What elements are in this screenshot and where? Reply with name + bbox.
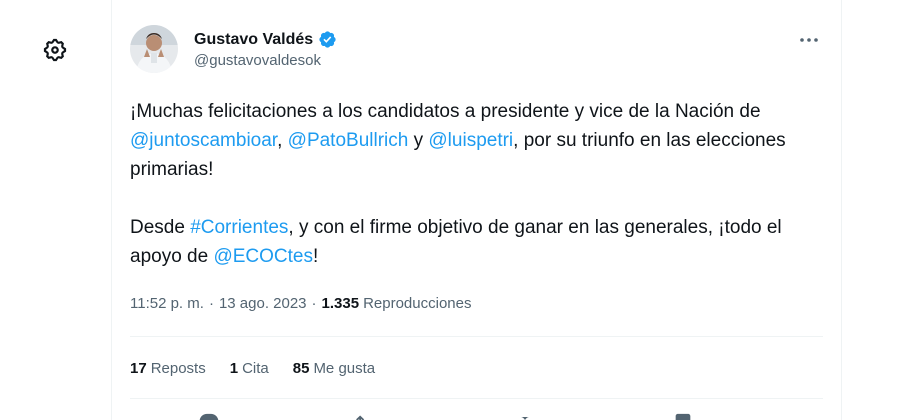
likes-count: 85 (292, 360, 310, 377)
tweet-text-segment: , (277, 130, 288, 151)
tweet-page: Gustavo Valdés @gustavovaldesok ¡Muchas … (0, 0, 900, 420)
mention-juntoscambioar[interactable]: @juntoscambioar (130, 130, 277, 151)
reposts-label: Reposts (150, 360, 206, 377)
author-name-row: Gustavo Valdés (194, 30, 337, 49)
author-display-name[interactable]: Gustavo Valdés (194, 31, 313, 49)
author-handle[interactable]: @gustavovaldesok (194, 52, 337, 69)
tweet-text-segment: y (408, 130, 429, 151)
author-block: Gustavo Valdés @gustavovaldesok (194, 30, 337, 69)
tweet-time[interactable]: 11:52 p. m. (130, 295, 204, 312)
more-horizontal-icon[interactable] (797, 28, 821, 52)
tweet-date[interactable]: 13 ago. 2023 (219, 295, 307, 312)
mention-ecoctes[interactable]: @ECOCtes (213, 246, 313, 267)
reposts-stat[interactable]: 17 Reposts (130, 360, 206, 377)
tweet-paragraph-1: ¡Muchas felicitaciones a los candidatos … (130, 97, 810, 184)
tweet-text-segment: Desde (130, 217, 191, 238)
tweet-paragraph-2: Desde #Corrientes, y con el firme objeti… (130, 213, 810, 271)
reply-icon[interactable] (198, 412, 220, 420)
hashtag-corrientes[interactable]: #Corrientes (190, 217, 288, 238)
views-count[interactable]: 1.335 (322, 295, 360, 312)
quotes-count: 1 (229, 360, 239, 377)
left-rail (0, 0, 112, 420)
repost-icon[interactable] (356, 412, 378, 420)
quotes-stat[interactable]: 1 Cita (230, 360, 269, 377)
gear-icon[interactable] (42, 37, 68, 63)
quotes-label: Cita (242, 360, 269, 377)
action-bar (130, 412, 823, 420)
heart-icon[interactable] (514, 412, 536, 420)
views-label: Reproducciones (363, 295, 472, 312)
tweet-text-segment: ¡Muchas felicitaciones a los candidatos … (130, 101, 761, 122)
likes-stat[interactable]: 85 Me gusta (293, 360, 375, 377)
likes-label: Me gusta (313, 360, 376, 377)
column-divider-right (841, 0, 842, 420)
verified-badge-icon[interactable] (318, 30, 337, 49)
avatar-image (130, 25, 178, 73)
tweet-card: Gustavo Valdés @gustavovaldesok ¡Muchas … (112, 0, 841, 420)
avatar[interactable] (130, 25, 178, 73)
reposts-count: 17 (130, 360, 147, 377)
bookmark-icon[interactable] (672, 412, 694, 420)
tweet-text: ¡Muchas felicitaciones a los candidatos … (130, 97, 810, 271)
meta-separator: · (311, 295, 317, 312)
tweet-meta: 11:52 p. m. · 13 ago. 2023 · 1.335 Repro… (130, 295, 471, 312)
meta-separator: · (208, 295, 214, 312)
mention-patobullrich[interactable]: @PatoBullrich (288, 130, 409, 151)
mention-luispetri[interactable]: @luispetri (428, 130, 513, 151)
engagement-stats: 17 Reposts 1 Cita 85 Me gusta (130, 360, 375, 377)
divider (130, 336, 823, 337)
divider (130, 398, 823, 399)
tweet-text-segment: ! (313, 246, 319, 267)
